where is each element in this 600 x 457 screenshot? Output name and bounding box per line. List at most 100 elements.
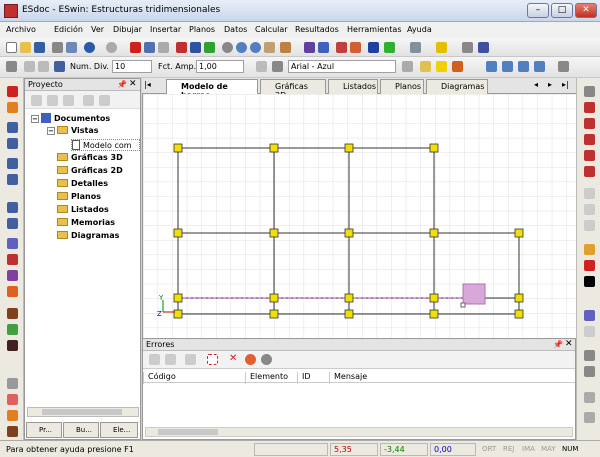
tab-proyecto[interactable]: Pr... xyxy=(26,422,62,438)
menu-ayuda[interactable]: Ayuda xyxy=(407,25,432,34)
zoom-in-icon[interactable] xyxy=(236,42,247,53)
red-line-icon[interactable] xyxy=(584,260,595,271)
node[interactable] xyxy=(514,293,524,303)
status-may[interactable]: MAY xyxy=(541,445,556,453)
menu-resultados[interactable]: Resultados xyxy=(295,25,339,34)
tab-modelo-barras[interactable]: Modelo de barras xyxy=(166,79,258,100)
print-icon[interactable] xyxy=(52,42,63,53)
tree-documentos[interactable]: − Documentos xyxy=(31,113,110,123)
node[interactable] xyxy=(429,293,439,303)
model-canvas[interactable]: Y Z xyxy=(142,94,576,338)
table-icon[interactable] xyxy=(558,61,569,72)
node[interactable] xyxy=(344,309,354,319)
pin-icon[interactable]: 📌 xyxy=(117,80,127,89)
menu-archivo[interactable]: Archivo xyxy=(6,25,36,34)
snap-icon[interactable] xyxy=(384,42,395,53)
status-ima[interactable]: IMA xyxy=(522,445,535,453)
node[interactable] xyxy=(429,309,439,319)
node[interactable] xyxy=(344,143,354,153)
bar3-icon[interactable] xyxy=(7,286,18,297)
align-icon[interactable] xyxy=(502,61,513,72)
scale-icon[interactable] xyxy=(584,134,595,145)
text-a-icon[interactable] xyxy=(584,350,595,361)
text-icon[interactable] xyxy=(462,42,473,53)
fill-icon[interactable] xyxy=(452,61,463,72)
errors-delete-icon[interactable]: ✕ xyxy=(229,354,240,365)
save-icon[interactable] xyxy=(34,42,45,53)
black-pen-icon[interactable] xyxy=(584,276,595,287)
errors-zoom-icon[interactable] xyxy=(261,354,272,365)
array-icon[interactable] xyxy=(534,61,545,72)
node[interactable] xyxy=(429,228,439,238)
tab-buscar[interactable]: Bu... xyxy=(63,422,99,438)
errors-select-icon[interactable] xyxy=(207,354,218,365)
sum-icon[interactable] xyxy=(176,42,187,53)
save-small-icon[interactable] xyxy=(54,61,65,72)
fctamp-input[interactable]: 1,00 xyxy=(196,60,244,73)
measure-icon[interactable] xyxy=(584,244,595,255)
tree-collapse-vistas-icon[interactable]: − xyxy=(47,127,55,135)
tool-blue2-icon[interactable] xyxy=(7,138,18,149)
column-icon[interactable] xyxy=(7,308,18,319)
move-icon[interactable] xyxy=(584,86,595,97)
tab-diagramas[interactable]: Diagramas xyxy=(426,79,488,94)
doc-icon[interactable] xyxy=(38,61,49,72)
errors-close-icon[interactable]: ✕ xyxy=(565,339,573,349)
base-icon[interactable] xyxy=(7,340,18,351)
layers-icon[interactable] xyxy=(478,42,489,53)
col-id[interactable]: ID xyxy=(297,372,329,384)
rotate2-icon[interactable] xyxy=(584,118,595,129)
project-doc-icon[interactable] xyxy=(47,95,58,106)
delete-icon[interactable] xyxy=(130,42,141,53)
tab-elementos[interactable]: Ele... xyxy=(100,422,138,438)
tool-red-icon[interactable] xyxy=(7,86,18,97)
zoom-out-icon[interactable] xyxy=(250,42,261,53)
selection-marker[interactable] xyxy=(462,283,486,305)
new-icon[interactable] xyxy=(6,42,17,53)
structure-drawing[interactable]: Y Z xyxy=(143,94,576,338)
warning-icon[interactable] xyxy=(584,166,595,177)
tool-icon[interactable] xyxy=(6,61,17,72)
node[interactable] xyxy=(344,228,354,238)
home-view-icon[interactable] xyxy=(280,42,291,53)
snap-right-icon[interactable] xyxy=(584,150,595,161)
gray2-icon[interactable] xyxy=(584,204,595,215)
scroll-down-icon[interactable] xyxy=(584,412,595,423)
pan-icon[interactable] xyxy=(264,42,275,53)
check-icon[interactable] xyxy=(204,42,215,53)
redo-icon[interactable] xyxy=(106,42,117,53)
tab-graficas-2d[interactable]: Gráficas 2D xyxy=(260,79,326,100)
tool-blue5-icon[interactable] xyxy=(7,202,18,213)
pencil-icon[interactable] xyxy=(272,61,283,72)
eraser-icon[interactable] xyxy=(410,42,421,53)
doc-right-icon[interactable] xyxy=(584,392,595,403)
tree-memorias[interactable]: Memorias xyxy=(57,218,115,227)
node[interactable] xyxy=(514,309,524,319)
errors-hscroll-thumb[interactable] xyxy=(158,429,218,435)
edit-icon[interactable] xyxy=(144,42,155,53)
shield-icon[interactable] xyxy=(350,42,361,53)
wall-icon[interactable] xyxy=(7,324,18,335)
calendar-icon[interactable] xyxy=(256,61,267,72)
menu-dibujar[interactable]: Dibujar xyxy=(113,25,142,34)
status-num[interactable]: NUM xyxy=(562,445,578,453)
select-icon[interactable] xyxy=(318,42,329,53)
errors-hscrollbar[interactable] xyxy=(145,427,573,437)
folder-icon[interactable] xyxy=(420,61,431,72)
project-refresh-icon[interactable] xyxy=(99,95,110,106)
col-mensaje[interactable]: Mensaje xyxy=(329,372,569,384)
grid-icon[interactable] xyxy=(24,61,35,72)
errors-export-icon[interactable] xyxy=(185,354,196,365)
menu-insertar[interactable]: Insertar xyxy=(150,25,181,34)
pen-icon[interactable] xyxy=(158,42,169,53)
pink-eraser-icon[interactable] xyxy=(7,394,18,405)
distribute-icon[interactable] xyxy=(486,61,497,72)
menu-ver[interactable]: Ver xyxy=(91,25,104,34)
node[interactable] xyxy=(429,143,439,153)
undo-icon[interactable] xyxy=(84,42,95,53)
menu-edicion[interactable]: Edición xyxy=(54,25,83,34)
node[interactable] xyxy=(269,228,279,238)
nodes-icon[interactable] xyxy=(304,42,315,53)
eraser-left-icon[interactable] xyxy=(7,378,18,389)
print-preview-icon[interactable] xyxy=(66,42,77,53)
